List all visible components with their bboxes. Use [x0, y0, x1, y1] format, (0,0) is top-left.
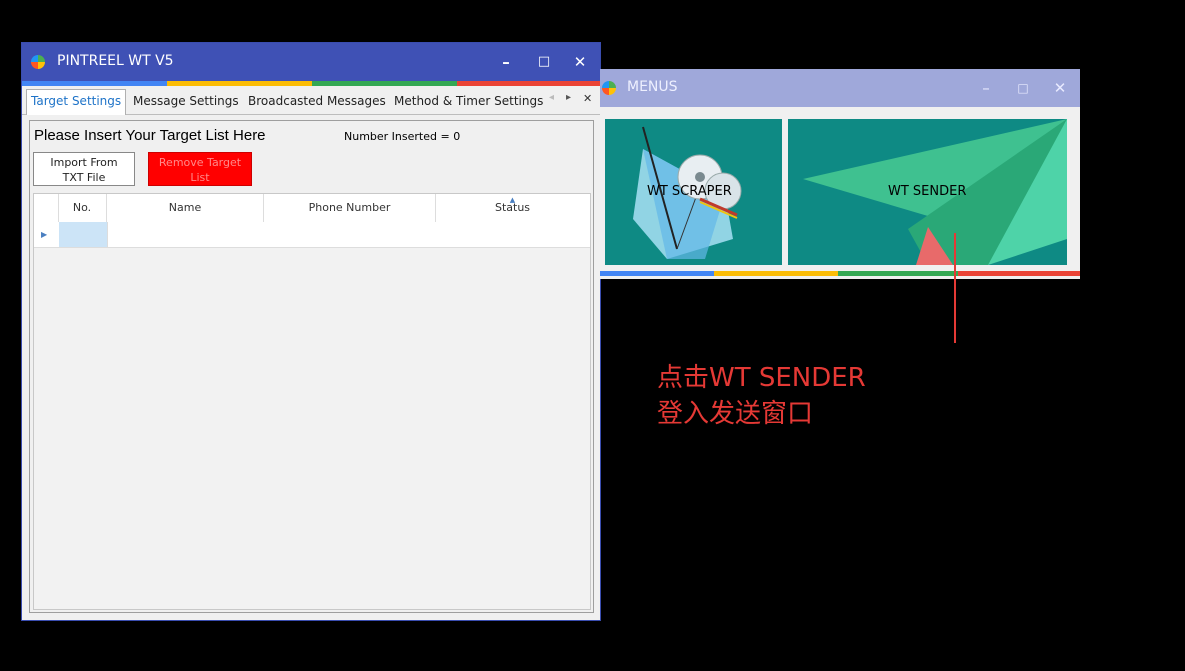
- maximize-button[interactable]: □: [530, 43, 558, 81]
- wt-sender-label: WT SENDER: [888, 184, 967, 199]
- close-button[interactable]: ✕: [566, 43, 594, 81]
- color-stripe-yellow: [167, 81, 312, 86]
- column-header-phone[interactable]: Phone Number: [264, 194, 436, 222]
- current-row-indicator-icon: ▶: [41, 230, 48, 239]
- target-settings-panel: Please Insert Your Target List Here Numb…: [29, 120, 594, 613]
- column-header-status[interactable]: ▲ Status: [436, 194, 589, 222]
- import-txt-button[interactable]: Import From TXT File: [33, 152, 135, 186]
- row-header-corner: [34, 194, 59, 222]
- main-window: PINTREEL WT V5 – □ ✕ Target Settings Mes…: [22, 43, 600, 620]
- app-logo-icon: [31, 55, 45, 69]
- column-header-name[interactable]: Name: [107, 194, 264, 222]
- menus-stripe-yellow: [714, 271, 838, 276]
- menus-stripe-red: [958, 271, 1080, 276]
- column-header-no[interactable]: No.: [58, 194, 107, 222]
- color-stripe-green: [312, 81, 457, 86]
- panel-heading: Please Insert Your Target List Here: [34, 127, 266, 144]
- remove-button-line1: Remove Target: [158, 156, 242, 169]
- menus-window: MENUS – □ ✕ WT SCRAPER WT SENDER: [600, 69, 1080, 279]
- main-title-bar[interactable]: PINTREEL WT V5 – □ ✕: [22, 43, 600, 81]
- remove-button-line2: List: [190, 171, 210, 184]
- tab-close-icon[interactable]: ✕: [583, 92, 592, 105]
- table-row[interactable]: ▶: [34, 222, 590, 248]
- selected-cell[interactable]: [59, 222, 107, 247]
- remove-target-list-button[interactable]: Remove Target List: [148, 152, 252, 186]
- menus-window-title: MENUS: [627, 79, 678, 95]
- menus-logo-icon: [602, 81, 616, 95]
- tab-strip: Target Settings Message Settings Broadca…: [22, 88, 600, 115]
- number-inserted-label: Number Inserted = 0: [344, 130, 461, 143]
- menus-stripe-blue: [600, 271, 714, 276]
- menus-stripe-green: [838, 271, 958, 276]
- grid-header: No. Name Phone Number ▲ Status: [34, 194, 590, 223]
- import-button-line2: TXT File: [62, 171, 106, 184]
- tab-method-timer-settings[interactable]: Method & Timer Settings: [394, 90, 543, 112]
- annotation-line1: 点击WT SENDER: [657, 363, 866, 393]
- cell-divider: [107, 222, 108, 247]
- menus-close-button[interactable]: ✕: [1046, 69, 1074, 107]
- sort-ascending-icon: ▲: [509, 196, 516, 204]
- minimize-button[interactable]: –: [492, 43, 520, 81]
- tab-scroll-left-icon[interactable]: ◂: [549, 92, 554, 103]
- annotation-line2: 登入发送窗口: [657, 399, 814, 429]
- main-window-title: PINTREEL WT V5: [57, 53, 174, 69]
- menus-minimize-button[interactable]: –: [972, 69, 1000, 107]
- color-stripe-blue: [22, 81, 167, 86]
- tab-broadcasted-messages[interactable]: Broadcasted Messages: [248, 90, 386, 112]
- annotation-pointer-line: [954, 233, 956, 343]
- wt-sender-tile[interactable]: WT SENDER: [788, 119, 1067, 265]
- wt-scraper-label: WT SCRAPER: [647, 184, 732, 199]
- tab-scroll-right-icon[interactable]: ▸: [566, 92, 571, 103]
- import-button-line1: Import From: [50, 156, 118, 169]
- tab-message-settings[interactable]: Message Settings: [133, 90, 239, 112]
- target-list-grid[interactable]: No. Name Phone Number ▲ Status ▶: [33, 193, 591, 610]
- tab-target-settings[interactable]: Target Settings: [26, 89, 127, 115]
- wt-scraper-tile[interactable]: WT SCRAPER: [605, 119, 782, 265]
- menus-title-bar[interactable]: MENUS – □ ✕: [600, 69, 1080, 107]
- color-stripe-red: [457, 81, 600, 86]
- menus-maximize-button[interactable]: □: [1009, 69, 1037, 107]
